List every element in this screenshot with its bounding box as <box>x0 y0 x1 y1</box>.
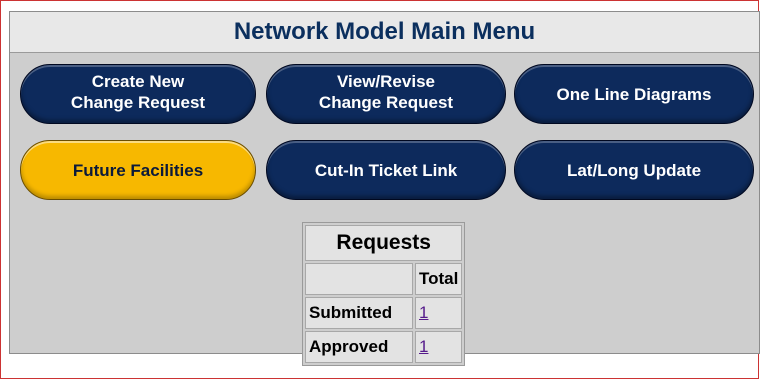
approved-label: Approved <box>305 331 413 363</box>
main-menu-panel: Network Model Main Menu Create New Chang… <box>9 11 760 366</box>
create-change-request-button[interactable]: Create New Change Request <box>20 64 256 124</box>
requests-caption: Requests <box>305 225 463 261</box>
page-frame: Network Model Main Menu Create New Chang… <box>0 0 760 379</box>
one-line-diagrams-button[interactable]: One Line Diagrams <box>514 64 754 124</box>
view-revise-change-request-button[interactable]: View/Revise Change Request <box>266 64 506 124</box>
requests-total-header: Total <box>415 263 463 295</box>
requests-header-empty <box>305 263 413 295</box>
submitted-label: Submitted <box>305 297 413 329</box>
approved-total-link[interactable]: 1 <box>419 337 428 356</box>
requests-caption-row: Requests <box>305 225 463 261</box>
requests-table: Requests Total Submitted 1 Approved 1 <box>302 222 466 366</box>
submitted-total-cell: 1 <box>415 297 463 329</box>
approved-total-cell: 1 <box>415 331 463 363</box>
table-row: Submitted 1 <box>305 297 463 329</box>
menu-title: Network Model Main Menu <box>10 12 759 53</box>
requests-header-row: Total <box>305 263 463 295</box>
future-facilities-button[interactable]: Future Facilities <box>20 140 256 200</box>
lat-long-update-button[interactable]: Lat/Long Update <box>514 140 754 200</box>
table-row: Approved 1 <box>305 331 463 363</box>
submitted-total-link[interactable]: 1 <box>419 303 428 322</box>
cut-in-ticket-link-button[interactable]: Cut-In Ticket Link <box>266 140 506 200</box>
